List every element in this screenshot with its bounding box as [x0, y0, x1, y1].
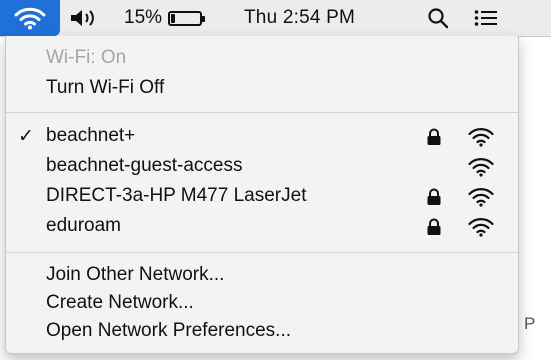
menu-separator — [6, 252, 518, 253]
wifi-dropdown-menu: Wi-Fi: On Turn Wi-Fi Off ✓ beachnet+ bea… — [5, 36, 519, 354]
network-item-direct-hp-laserjet[interactable]: DIRECT-3a-HP M477 LaserJet — [6, 182, 518, 210]
notification-center-icon — [474, 10, 497, 26]
wifi-status-item: Wi-Fi: On — [6, 44, 518, 72]
network-name: eduroam — [46, 215, 121, 236]
battery-percent: 15% — [124, 7, 163, 28]
join-other-network-item[interactable]: Join Other Network... — [6, 261, 518, 289]
notification-center-button[interactable] — [471, 0, 501, 36]
lock-icon — [427, 218, 441, 235]
wifi-status-label: Wi-Fi: On — [46, 47, 127, 68]
create-network-label: Create Network... — [46, 292, 194, 313]
spotlight-search-icon — [428, 8, 449, 29]
join-other-network-label: Join Other Network... — [46, 264, 225, 285]
speaker-volume-icon — [71, 10, 94, 26]
open-network-preferences-item[interactable]: Open Network Preferences... — [6, 317, 518, 345]
checkmark-icon: ✓ — [18, 125, 34, 147]
wifi-signal-icon — [468, 158, 494, 177]
battery-nub — [202, 15, 206, 22]
battery-menu-extra[interactable]: 15% — [124, 0, 224, 36]
network-name: DIRECT-3a-HP M477 LaserJet — [46, 185, 307, 206]
spotlight-button[interactable] — [424, 0, 452, 36]
battery-level-fill — [171, 13, 176, 23]
menu-separator — [6, 112, 518, 113]
background-window-text: P — [524, 314, 536, 333]
network-name: beachnet+ — [46, 125, 136, 146]
open-network-preferences-label: Open Network Preferences... — [46, 320, 291, 341]
turn-wifi-off-label: Turn Wi-Fi Off — [46, 77, 165, 98]
lock-icon — [427, 128, 441, 145]
network-item-beachnet-plus[interactable]: ✓ beachnet+ — [6, 122, 518, 150]
network-name: beachnet-guest-access — [46, 155, 243, 176]
menu-bar: 15% Thu 2:54 PM — [0, 0, 551, 37]
turn-wifi-off-item[interactable]: Turn Wi-Fi Off — [6, 74, 518, 102]
battery-icon — [168, 10, 206, 26]
create-network-item[interactable]: Create Network... — [6, 289, 518, 317]
lock-icon — [427, 188, 441, 205]
wifi-signal-icon — [468, 218, 494, 237]
wifi-icon — [14, 7, 46, 30]
network-item-eduroam[interactable]: eduroam — [6, 212, 518, 240]
wifi-signal-icon — [468, 188, 494, 207]
wifi-menu-extra[interactable] — [0, 0, 60, 36]
wifi-signal-icon — [468, 128, 494, 147]
network-item-beachnet-guest-access[interactable]: beachnet-guest-access — [6, 152, 518, 180]
menu-bar-clock[interactable]: Thu 2:54 PM — [244, 0, 355, 36]
volume-menu-extra[interactable] — [68, 0, 108, 36]
